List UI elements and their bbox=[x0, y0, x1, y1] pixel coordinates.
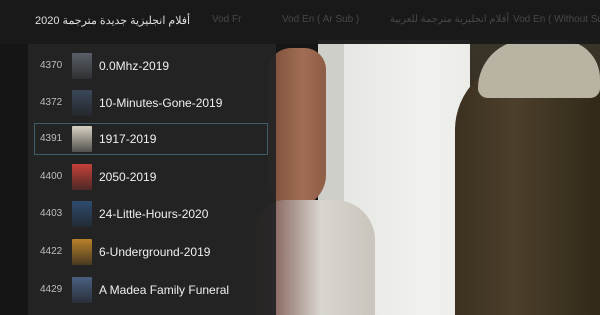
tab-arabic-subbed-english[interactable]: أفلام انجليزية مترجمة للعربية bbox=[390, 14, 509, 25]
video-person-right bbox=[455, 60, 600, 315]
video-person-left-head bbox=[268, 48, 326, 208]
movie-number: 4400 bbox=[40, 171, 63, 182]
movie-title: 0.0Mhz-2019 bbox=[99, 59, 170, 73]
tab-vod-en-ar-sub[interactable]: Vod En ( Ar Sub ) bbox=[282, 14, 359, 25]
movie-poster bbox=[72, 201, 92, 227]
movie-poster bbox=[72, 90, 92, 116]
movie-poster bbox=[72, 277, 92, 303]
category-bar: أفلام انجليزية جديدة مترجمة 2020 Vod Fr … bbox=[0, 0, 600, 44]
movie-poster bbox=[72, 239, 92, 265]
tab-vod-fr[interactable]: Vod Fr bbox=[212, 14, 241, 25]
movie-title: A Madea Family Funeral bbox=[99, 283, 230, 297]
movie-title: 24-Little-Hours-2020 bbox=[99, 207, 209, 221]
movie-list-item[interactable]: 4400 2050-2019 bbox=[34, 161, 268, 193]
movie-poster bbox=[72, 164, 92, 190]
movie-title: 6-Underground-2019 bbox=[99, 245, 211, 259]
movie-list-item[interactable]: 4370 0.0Mhz-2019 bbox=[34, 50, 268, 82]
movie-list-panel: 4370 0.0Mhz-2019 4372 10-Minutes-Gone-20… bbox=[28, 44, 276, 315]
movie-title: 2050-2019 bbox=[99, 170, 157, 184]
movie-list-item[interactable]: 4372 10-Minutes-Gone-2019 bbox=[34, 87, 268, 119]
movie-list-item[interactable]: 4403 24-Little-Hours-2020 bbox=[34, 198, 268, 230]
movie-number: 4429 bbox=[40, 284, 63, 295]
movie-number: 4372 bbox=[40, 97, 63, 108]
movie-list-item[interactable]: 4422 6-Underground-2019 bbox=[34, 236, 268, 268]
movie-number: 4403 bbox=[40, 208, 63, 219]
tab-vod-en-without-sub[interactable]: Vod En ( Without Sub bbox=[513, 14, 600, 25]
movie-poster bbox=[72, 126, 92, 152]
movie-list-item-selected[interactable]: 4391 1917-2019 bbox=[34, 123, 268, 155]
movie-number: 4422 bbox=[40, 246, 63, 257]
movie-number: 4391 bbox=[40, 133, 63, 144]
movie-list-item[interactable]: 4429 A Madea Family Funeral bbox=[34, 274, 268, 306]
movie-title: 10-Minutes-Gone-2019 bbox=[99, 96, 223, 110]
current-category-title[interactable]: أفلام انجليزية جديدة مترجمة 2020 bbox=[35, 14, 190, 27]
movie-poster bbox=[72, 53, 92, 79]
movie-number: 4370 bbox=[40, 60, 63, 71]
movie-title: 1917-2019 bbox=[99, 132, 157, 146]
